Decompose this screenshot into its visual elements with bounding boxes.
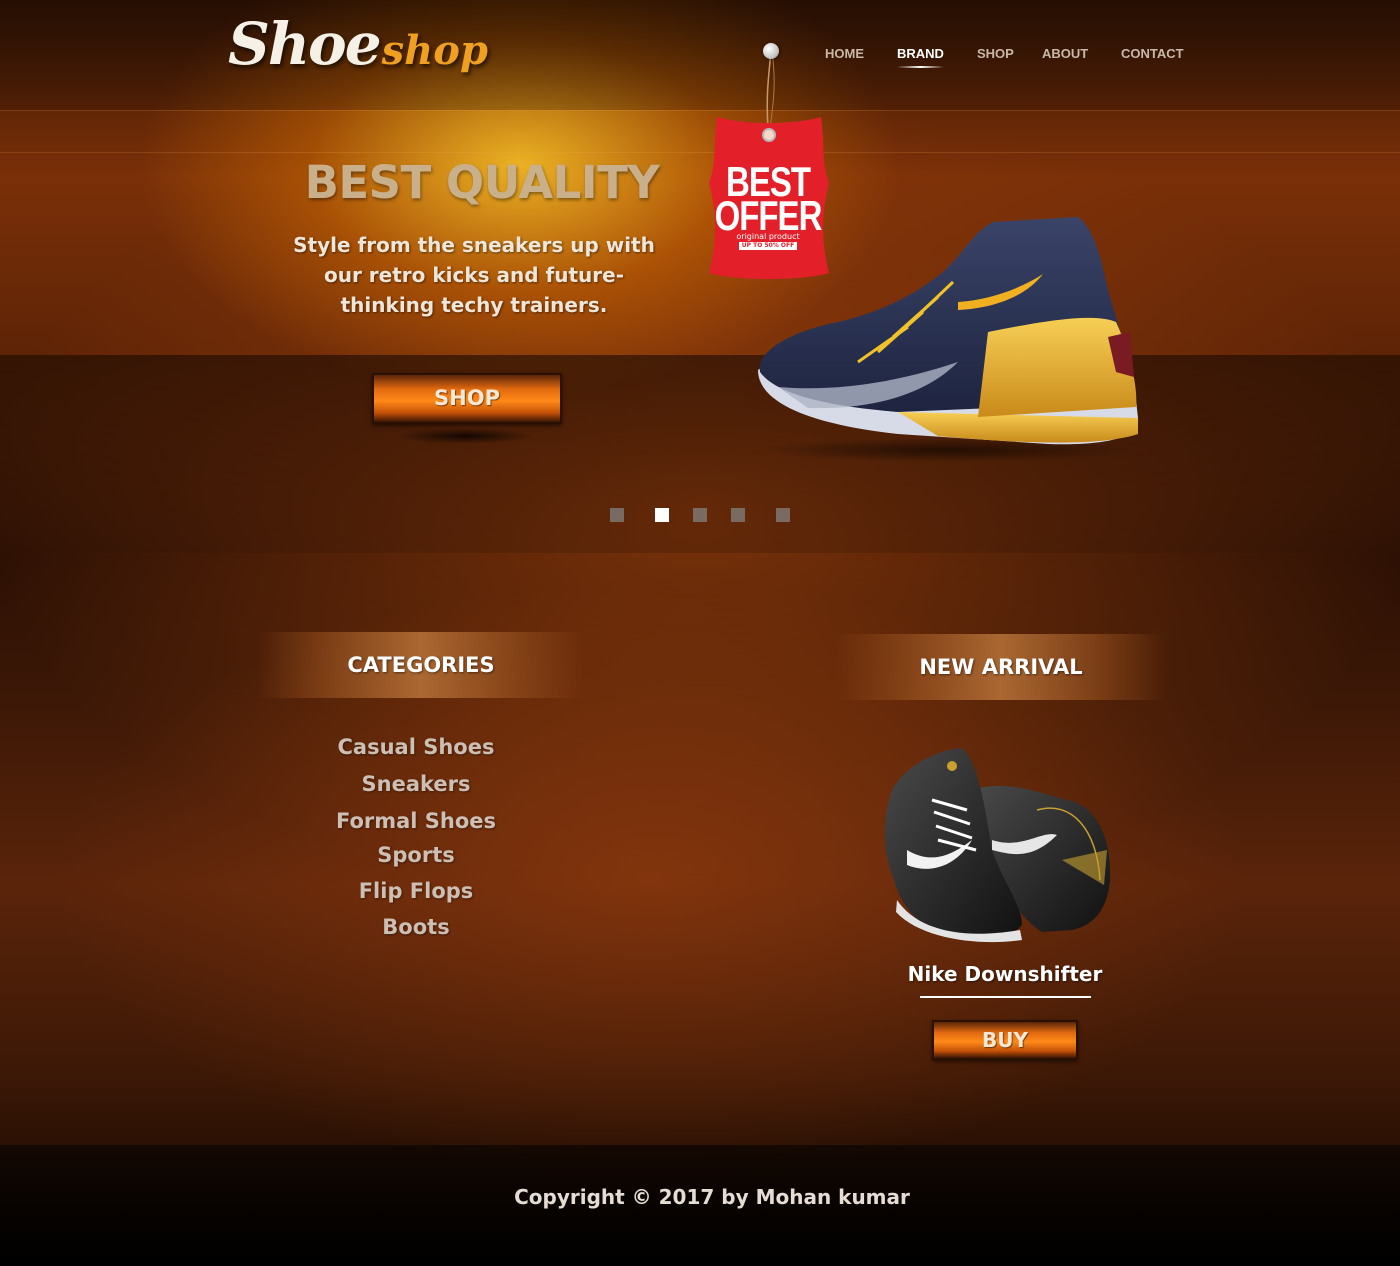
pin-icon bbox=[763, 43, 779, 59]
new-arrival-shoe-image[interactable] bbox=[872, 740, 1122, 945]
slider-dot-icon[interactable] bbox=[776, 508, 790, 522]
category-item[interactable]: Flip Flops bbox=[300, 879, 532, 903]
slider-dot-icon[interactable] bbox=[655, 508, 669, 522]
tag-string bbox=[766, 51, 775, 129]
buy-button[interactable]: BUY bbox=[932, 1020, 1078, 1060]
hero-description: Style from the sneakers up with our retr… bbox=[293, 233, 655, 317]
slider-dot-icon[interactable] bbox=[610, 508, 624, 522]
slider-dot-icon[interactable] bbox=[731, 508, 745, 522]
hero-floor bbox=[0, 355, 1400, 553]
new-arrival-header: NEW ARRIVAL bbox=[836, 634, 1166, 700]
shop-button[interactable]: SHOP bbox=[372, 373, 562, 424]
tag-discount: UP TO 50% OFF bbox=[739, 242, 797, 250]
category-item[interactable]: Formal Shoes bbox=[300, 809, 532, 833]
slider-dot-icon[interactable] bbox=[693, 508, 707, 522]
categories-header: CATEGORIES bbox=[258, 632, 584, 698]
shop-button-shadow bbox=[395, 428, 535, 444]
category-item[interactable]: Sneakers bbox=[300, 772, 532, 796]
category-item[interactable]: Casual Shoes bbox=[300, 735, 532, 759]
category-item[interactable]: Sports bbox=[300, 843, 532, 867]
product-name-underline bbox=[920, 996, 1091, 998]
tag-subtitle: original product bbox=[736, 232, 800, 241]
price-tag-icon: BEST OFFER original product UP TO 50% OF… bbox=[703, 113, 835, 289]
copyright-text: Copyright © 2017 by Mohan kumar bbox=[514, 1185, 910, 1209]
category-item[interactable]: Boots bbox=[300, 915, 532, 939]
product-name[interactable]: Nike Downshifter bbox=[905, 962, 1105, 986]
